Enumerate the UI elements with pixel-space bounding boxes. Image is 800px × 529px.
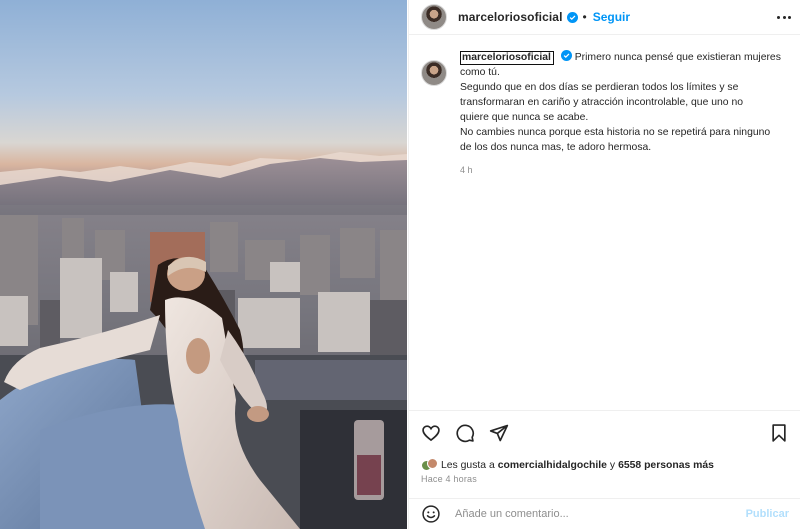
caption-timestamp[interactable]: 4 h bbox=[460, 163, 789, 178]
caption-text-line: Primero nunca pensé que existieran mujer… bbox=[574, 52, 781, 63]
author-avatar[interactable] bbox=[421, 4, 447, 30]
caption-text-line: No cambies nunca porque esta historia no… bbox=[460, 127, 771, 138]
caption-username[interactable]: marceloriosoficial bbox=[460, 51, 554, 65]
comment-input[interactable] bbox=[455, 508, 725, 520]
post-photo-illustration bbox=[0, 152, 407, 529]
action-icons bbox=[421, 423, 509, 443]
caption-avatar[interactable] bbox=[421, 60, 447, 86]
paper-plane-icon[interactable] bbox=[489, 423, 509, 443]
verified-badge-icon bbox=[566, 11, 578, 23]
caption-text-line: como tú. bbox=[460, 67, 500, 78]
comment-bar: Publicar bbox=[409, 498, 800, 529]
post-caption: marceloriosoficial Primero nunca pensé q… bbox=[409, 50, 800, 178]
post-details-panel: marceloriosoficial • Seguir marcelorioso… bbox=[408, 0, 800, 529]
likes-summary: Les gusta a comercialhidalgochile y 6558… bbox=[421, 458, 717, 472]
caption-text-line: Segundo que en dos días se perdieran tod… bbox=[460, 82, 739, 93]
smiley-face-icon[interactable] bbox=[421, 504, 441, 524]
header-separator: • bbox=[582, 10, 587, 24]
likes-user-link[interactable]: comercialhidalgochile bbox=[498, 460, 607, 471]
heart-icon[interactable] bbox=[421, 423, 441, 443]
post-timestamp[interactable]: Hace 4 horas bbox=[421, 474, 477, 484]
more-options-icon[interactable] bbox=[777, 10, 791, 24]
post-header: marceloriosoficial • Seguir bbox=[409, 0, 800, 35]
follow-button[interactable]: Seguir bbox=[593, 10, 630, 24]
caption-body: marceloriosoficial Primero nunca pensé q… bbox=[460, 50, 789, 178]
likes-prefix: Les gusta a bbox=[441, 459, 495, 471]
caption-text-line: quiere que nunca se acabe. bbox=[460, 112, 589, 123]
liker-avatars bbox=[421, 458, 438, 472]
publish-button[interactable]: Publicar bbox=[746, 508, 789, 520]
caption-text-line: de los dos nunca mas, te adoro hermosa. bbox=[460, 142, 652, 153]
author-username[interactable]: marceloriosoficial bbox=[458, 10, 563, 24]
bookmark-icon[interactable] bbox=[769, 423, 789, 443]
verified-badge-icon bbox=[560, 50, 572, 61]
comment-bubble-icon[interactable] bbox=[455, 423, 475, 443]
likes-middle: y bbox=[609, 459, 616, 471]
caption-text-line: transformaran en cariño y atracción inco… bbox=[460, 97, 744, 108]
post-photo[interactable] bbox=[0, 0, 407, 529]
likes-count-link[interactable]: 6558 personas más bbox=[618, 460, 714, 471]
